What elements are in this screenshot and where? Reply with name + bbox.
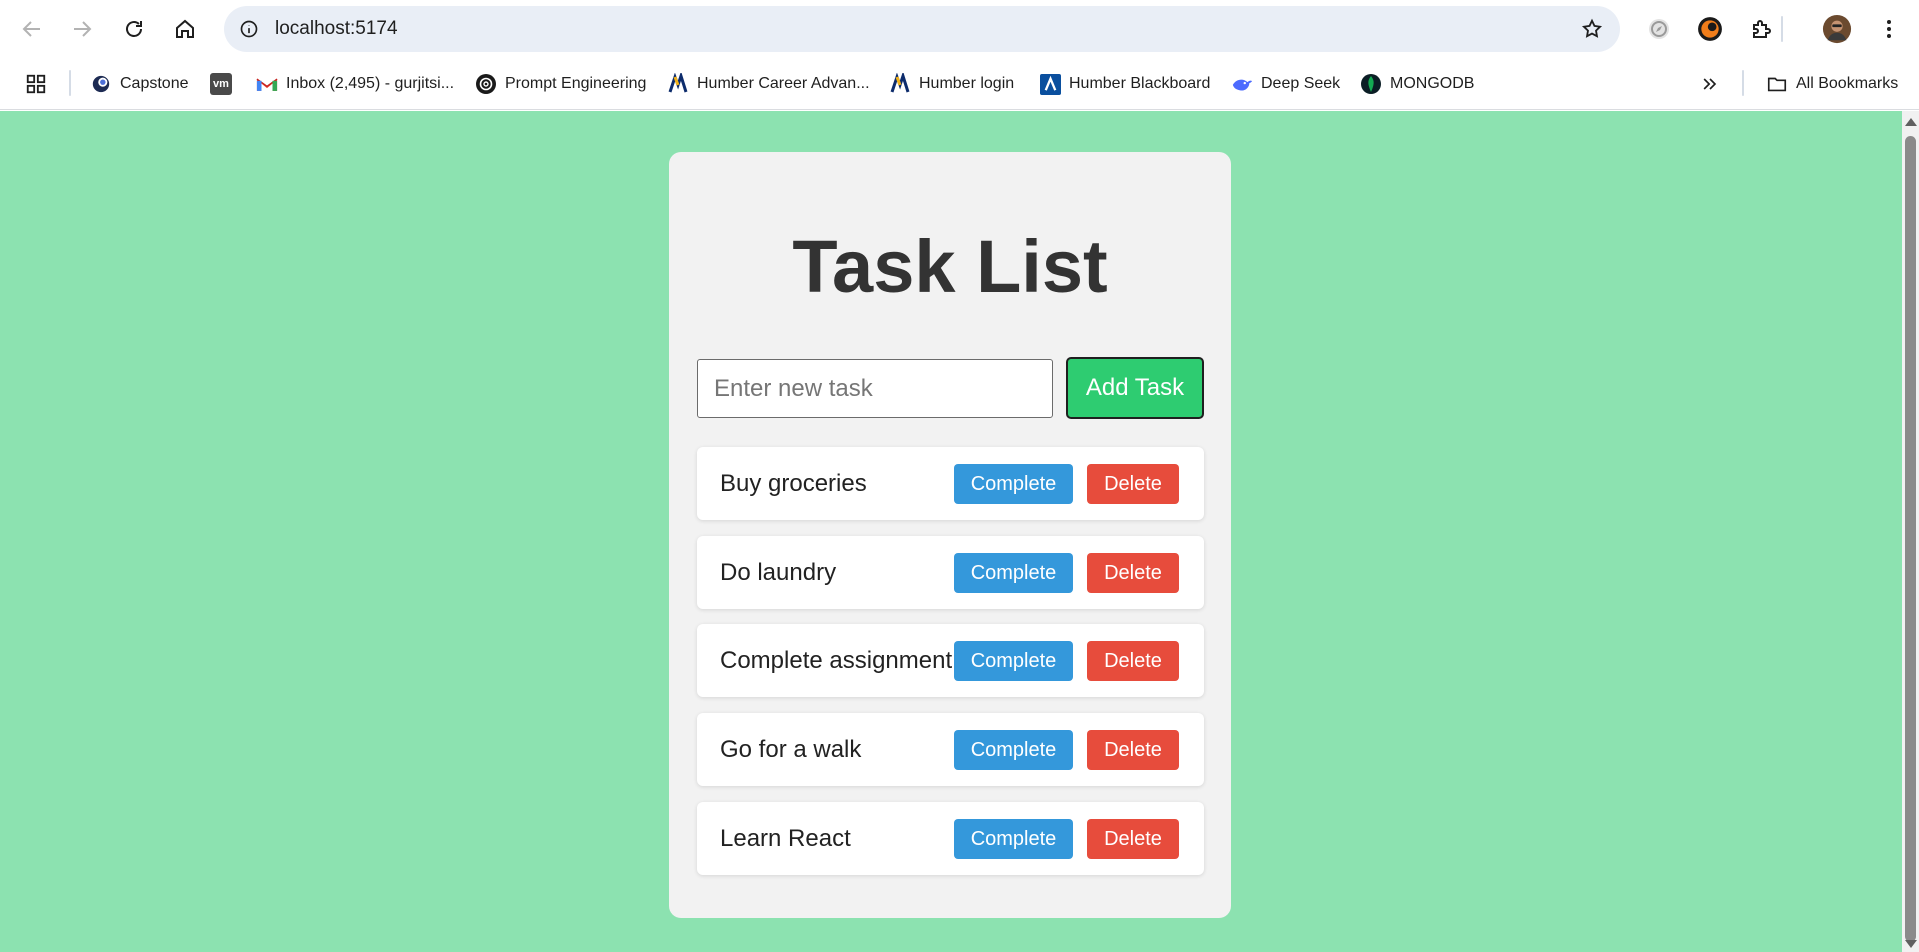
task-item: Do laundry Complete Delete <box>697 536 1204 609</box>
task-item: Learn React Complete Delete <box>697 802 1204 875</box>
bookmark-separator <box>69 70 71 96</box>
profile-avatar[interactable] <box>1820 12 1854 46</box>
add-task-button[interactable]: Add Task <box>1066 357 1204 419</box>
bookmark-prompt-engineering[interactable]: Prompt Engineering <box>475 71 646 97</box>
bookmark-label: Prompt Engineering <box>505 75 647 92</box>
new-task-input[interactable] <box>697 359 1053 418</box>
bookmark-capstone[interactable]: Capstone <box>90 71 189 97</box>
gmail-icon <box>256 73 278 95</box>
bookmark-humber-blackboard[interactable]: Humber Blackboard <box>1039 71 1210 97</box>
task-text: Go for a walk <box>720 736 862 763</box>
menu-kebab-icon[interactable] <box>1872 12 1906 46</box>
reload-button[interactable] <box>114 9 154 49</box>
task-text: Buy groceries <box>720 470 867 497</box>
all-bookmarks-button[interactable]: All Bookmarks <box>1766 71 1898 97</box>
humber-icon <box>889 73 911 95</box>
bookmark-humber-career[interactable]: Humber Career Advan... <box>667 71 870 97</box>
chevron-double-right-icon[interactable] <box>1700 71 1720 97</box>
scroll-up-arrow-icon[interactable] <box>1905 118 1917 126</box>
bookmark-label: Humber login <box>919 75 1015 92</box>
compass-extension-icon[interactable] <box>1642 12 1676 46</box>
address-bar[interactable]: localhost:5174 <box>224 6 1620 52</box>
extension-icon[interactable] <box>1693 12 1727 46</box>
bookmark-separator <box>1742 70 1744 96</box>
folder-icon <box>1766 73 1788 95</box>
task-item: Complete assignment Complete Delete <box>697 624 1204 697</box>
home-icon <box>176 19 194 38</box>
complete-button[interactable]: Complete <box>954 641 1073 681</box>
complete-button[interactable]: Complete <box>954 730 1073 770</box>
delete-button[interactable]: Delete <box>1087 641 1179 681</box>
complete-button[interactable]: Complete <box>954 553 1073 593</box>
reload-icon <box>126 21 142 37</box>
delete-button[interactable]: Delete <box>1087 819 1179 859</box>
task-item: Go for a walk Complete Delete <box>697 713 1204 786</box>
task-item: Buy groceries Complete Delete <box>697 447 1204 520</box>
browser-toolbar: localhost:5174 <box>0 0 1919 58</box>
scroll-down-arrow-icon[interactable] <box>1905 940 1917 948</box>
apps-grid-icon[interactable] <box>25 71 47 97</box>
deepseek-icon <box>1231 73 1253 95</box>
bookmark-label: MONGODB <box>1390 75 1475 92</box>
all-bookmarks-label: All Bookmarks <box>1796 75 1899 92</box>
forward-button[interactable] <box>62 9 102 49</box>
mongodb-icon <box>1360 73 1382 95</box>
arrow-right-icon <box>74 21 92 37</box>
blackboard-icon <box>1039 73 1061 95</box>
bookmarks-bar: Capstone vm Inbox (2,495) - gurjitsi... … <box>0 58 1919 110</box>
extensions-puzzle-icon[interactable] <box>1745 12 1779 46</box>
capstone-icon <box>90 73 112 95</box>
bookmark-mongodb[interactable]: MONGODB <box>1360 71 1474 97</box>
page-scrollbar[interactable] <box>1902 111 1919 952</box>
task-text: Complete assignment <box>720 647 953 674</box>
bookmark-label: Capstone <box>120 75 189 92</box>
bookmark-vm[interactable]: vm <box>210 71 232 97</box>
bookmark-gmail[interactable]: Inbox (2,495) - gurjitsi... <box>256 71 454 97</box>
openai-icon <box>475 73 497 95</box>
delete-button[interactable]: Delete <box>1087 464 1179 504</box>
scrollbar-thumb[interactable] <box>1905 136 1916 942</box>
bookmark-humber-login[interactable]: Humber login <box>889 71 1014 97</box>
delete-button[interactable]: Delete <box>1087 553 1179 593</box>
page-title: Task List <box>792 225 1108 308</box>
back-button[interactable] <box>12 9 52 49</box>
vm-icon: vm <box>210 73 232 95</box>
delete-button[interactable]: Delete <box>1087 730 1179 770</box>
bookmark-label: Inbox (2,495) - gurjitsi... <box>286 75 455 92</box>
url-text[interactable]: localhost:5174 <box>275 6 398 52</box>
humber-icon <box>667 73 689 95</box>
task-text: Do laundry <box>720 559 837 586</box>
home-button[interactable] <box>165 9 205 49</box>
site-info-icon[interactable] <box>232 12 266 46</box>
arrow-left-icon <box>22 21 40 37</box>
page-viewport: Task List Add Task Buy groceries Complet… <box>0 111 1902 952</box>
bookmark-label: Humber Blackboard <box>1069 75 1211 92</box>
complete-button[interactable]: Complete <box>954 464 1073 504</box>
task-text: Learn React <box>720 825 851 852</box>
bookmark-label: Deep Seek <box>1261 75 1341 92</box>
bookmark-deep-seek[interactable]: Deep Seek <box>1231 71 1340 97</box>
bookmark-label: Humber Career Advan... <box>697 75 870 92</box>
task-card: Task List Add Task Buy groceries Complet… <box>669 152 1231 918</box>
bookmark-star-icon[interactable] <box>1578 15 1606 43</box>
toolbar-separator <box>1781 16 1783 42</box>
complete-button[interactable]: Complete <box>954 819 1073 859</box>
